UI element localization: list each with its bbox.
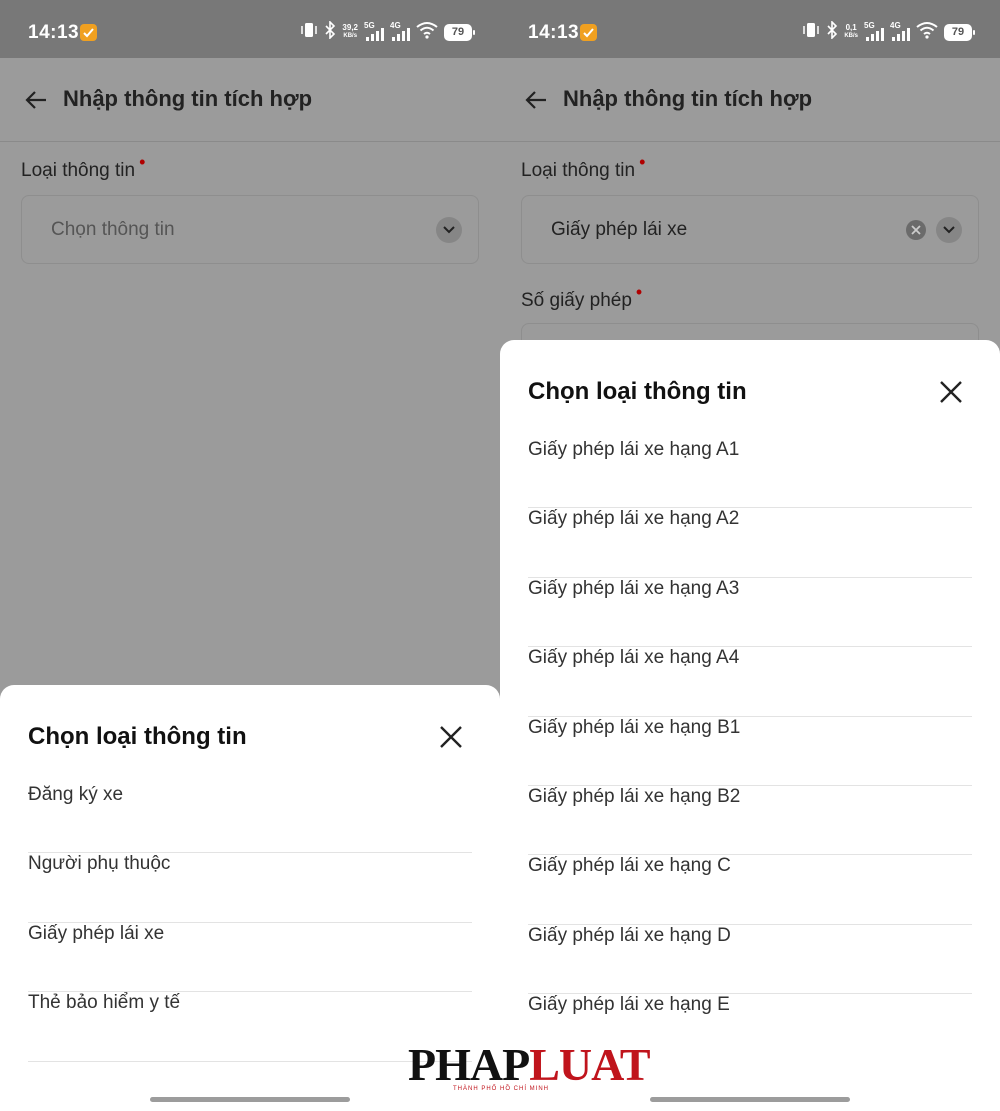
home-indicator xyxy=(650,1097,850,1102)
wifi-icon xyxy=(916,21,938,44)
option-item[interactable]: Giấy phép lái xe hạng B2 xyxy=(528,786,972,856)
network-speed: 0,1 KB/s xyxy=(844,23,858,40)
vibrate-icon xyxy=(300,21,318,44)
wifi-icon xyxy=(416,21,438,44)
status-time: 14:13 xyxy=(528,22,580,43)
close-icon[interactable] xyxy=(938,379,964,405)
back-arrow-icon[interactable] xyxy=(24,88,48,112)
right-screen: 14:13 0,1 KB/s 5G 4G 79 Nhập thông tin t… xyxy=(500,0,1000,1111)
watermark-brand-a: PHAP xyxy=(408,1039,530,1090)
required-marker: • xyxy=(635,282,643,302)
option-item[interactable]: Giấy phép lái xe hạng B1 xyxy=(528,717,972,786)
required-marker: • xyxy=(639,152,646,172)
notification-icon xyxy=(580,24,597,41)
battery-icon: 79 xyxy=(444,23,475,41)
option-item[interactable]: Giấy phép lái xe hạng A3 xyxy=(528,578,972,648)
select-placeholder: Chọn thông tin xyxy=(51,219,175,240)
bluetooth-icon xyxy=(324,19,336,44)
publisher-watermark-logo: PHAPLUAT THÀNH PHỐ HỒ CHÍ MINH xyxy=(408,1039,651,1100)
left-screen: 14:13 39,2 KB/s 5G 4G 79 Nhập thông tin … xyxy=(0,0,500,1111)
vibrate-icon xyxy=(802,21,820,44)
option-item[interactable]: Giấy phép lái xe hạng D xyxy=(528,925,972,995)
field-label-license-number: Số giấy phép • xyxy=(521,282,643,311)
sheet-title: Chọn loại thông tin xyxy=(528,378,747,405)
info-type-select[interactable]: Chọn thông tin xyxy=(21,195,479,264)
field-label-info-type: Loại thông tin • xyxy=(21,152,146,181)
status-bar: 14:13 39,2 KB/s 5G 4G 79 xyxy=(0,0,500,58)
bluetooth-icon xyxy=(826,19,838,44)
option-item[interactable]: Giấy phép lái xe hạng C xyxy=(528,855,972,925)
option-item[interactable]: Người phụ thuộc xyxy=(28,853,472,923)
status-time: 14:13 xyxy=(28,22,80,43)
bottom-sheet: Chọn loại thông tin Giấy phép lái xe hạn… xyxy=(500,340,1000,1111)
info-type-select[interactable]: Giấy phép lái xe xyxy=(521,195,979,264)
close-icon[interactable] xyxy=(438,724,464,750)
signal-4g-icon: 4G xyxy=(890,22,910,42)
status-bar: 14:13 0,1 KB/s 5G 4G 79 xyxy=(500,0,1000,58)
signal-5g-icon: 5G xyxy=(864,22,884,42)
field-label-info-type: Loại thông tin • xyxy=(521,152,646,181)
battery-icon: 79 xyxy=(944,23,975,41)
app-bar: Nhập thông tin tích hợp xyxy=(0,58,500,142)
select-value: Giấy phép lái xe xyxy=(551,219,688,240)
clear-icon[interactable] xyxy=(906,220,926,240)
watermark-brand-b: LUAT xyxy=(529,1039,650,1090)
sheet-title: Chọn loại thông tin xyxy=(28,723,247,750)
signal-4g-icon: 4G xyxy=(390,22,410,42)
option-item[interactable]: Thẻ bảo hiểm y tế xyxy=(28,992,472,1062)
option-item[interactable]: Giấy phép lái xe xyxy=(28,923,472,993)
option-item[interactable]: Giấy phép lái xe hạng A4 xyxy=(528,647,972,717)
option-item[interactable]: Giấy phép lái xe hạng A1 xyxy=(528,439,972,509)
required-marker: • xyxy=(139,152,146,172)
page-title: Nhập thông tin tích hợp xyxy=(63,86,313,111)
option-item[interactable]: Giấy phép lái xe hạng A2 xyxy=(528,508,972,578)
signal-5g-icon: 5G xyxy=(364,22,384,42)
home-indicator xyxy=(150,1097,350,1102)
back-arrow-icon[interactable] xyxy=(524,88,548,112)
chevron-down-icon[interactable] xyxy=(936,217,962,243)
network-speed: 39,2 KB/s xyxy=(342,23,358,40)
chevron-down-icon[interactable] xyxy=(436,217,462,243)
app-bar: Nhập thông tin tích hợp xyxy=(500,58,1000,142)
option-item[interactable]: Đăng ký xe xyxy=(28,784,472,854)
page-title: Nhập thông tin tích hợp xyxy=(563,86,813,111)
notification-icon xyxy=(80,24,97,41)
